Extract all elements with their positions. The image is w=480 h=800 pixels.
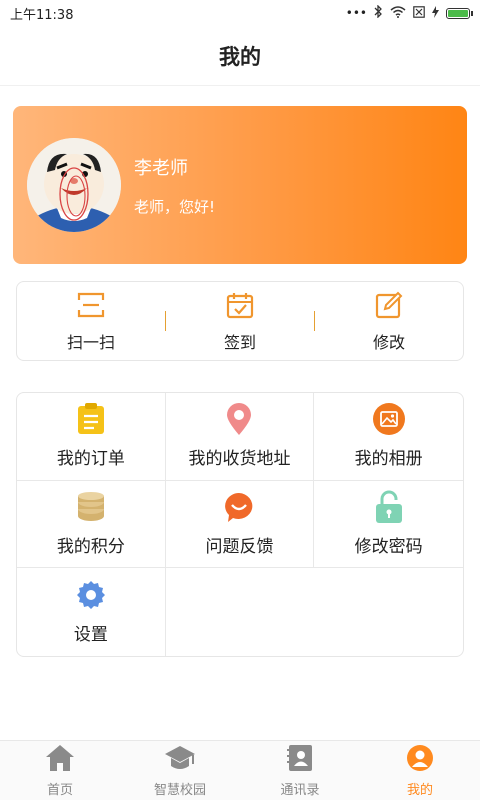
profile-greeting: 老师，您好! [134,197,216,216]
menu-item-points[interactable]: 我的积分 [17,480,166,569]
scan-label: 扫一扫 [66,333,115,352]
menu-label: 修改密码 [354,536,423,557]
graduation-cap-icon [164,744,196,776]
status-bar: 上午11:38 ••• [0,0,480,26]
user-icon [406,744,434,776]
empty-cell [314,568,463,656]
contacts-icon [286,744,314,776]
page-title: 我的 [219,44,261,69]
menu-grid: 我的订单 我的收货地址 我的相册 我的积分 问题反馈 修改密码 设置 [16,392,464,657]
wifi-icon [390,5,406,21]
feedback-bubble-icon [223,491,255,523]
quick-actions-bar: 扫一扫 签到 修改 [16,281,464,361]
empty-cell [166,568,315,656]
scan-icon [75,289,107,321]
menu-label: 我的订单 [56,449,125,470]
location-pin-icon [223,403,255,436]
nav-label: 通讯录 [280,782,320,798]
bottom-nav: 首页 智慧校园 通讯录 我的 [0,740,480,800]
edit-icon [373,289,405,321]
profile-card[interactable]: 李老师 老师，您好! [13,106,467,264]
page-header: 我的 [0,26,480,86]
nav-home[interactable]: 首页 [0,741,120,800]
nav-campus[interactable]: 智慧校园 [120,741,240,800]
edit-button[interactable]: 修改 [315,282,463,360]
checkin-button[interactable]: 签到 [166,282,314,360]
profile-info: 李老师 老师，您好! [134,154,215,217]
home-icon [45,744,75,776]
menu-item-orders[interactable]: 我的订单 [17,393,166,481]
menu-label: 设置 [73,625,108,646]
settings-gear-icon [75,579,107,611]
scan-button[interactable]: 扫一扫 [17,282,165,360]
menu-item-password[interactable]: 修改密码 [314,481,463,569]
menu-label: 我的积分 [56,536,125,557]
nav-contacts[interactable]: 通讯录 [240,741,360,800]
avatar-illustration-icon [27,138,121,232]
edit-label: 修改 [372,333,405,352]
menu-label: 我的收货地址 [188,449,291,470]
menu-item-feedback[interactable]: 问题反馈 [165,480,315,569]
nav-mine[interactable]: 我的 [360,741,480,800]
no-sim-icon [413,5,425,21]
calendar-check-icon [224,289,256,321]
checkin-label: 签到 [223,333,256,352]
unlock-icon [373,490,405,523]
menu-label: 我的相册 [354,449,423,470]
nav-label: 首页 [46,782,73,798]
nav-label: 智慧校园 [153,782,206,798]
battery-icon [446,7,473,19]
status-icons: ••• [345,4,473,21]
menu-item-address[interactable]: 我的收货地址 [165,393,315,481]
menu-label: 问题反馈 [205,536,274,557]
order-clipboard-icon [75,403,107,435]
avatar[interactable] [27,138,121,232]
coins-icon [75,491,107,523]
album-icon [372,403,405,436]
more-dots-icon: ••• [345,6,367,20]
profile-name: 李老师 [134,157,188,179]
status-time: 上午11:38 [10,7,74,23]
bluetooth-icon [374,4,383,21]
battery-level [448,9,468,17]
charging-icon [432,5,439,21]
menu-item-settings[interactable]: 设置 [17,568,166,656]
nav-label: 我的 [406,782,433,798]
menu-item-album[interactable]: 我的相册 [314,393,463,481]
